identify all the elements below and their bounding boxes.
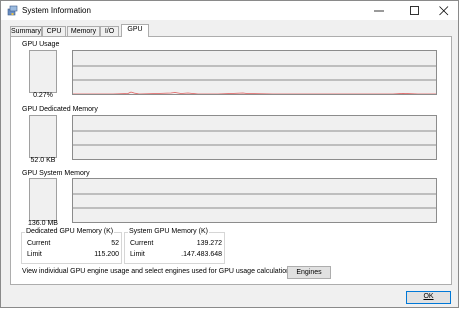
system-current-value: 139.272 bbox=[196, 240, 222, 247]
gpu-tab-panel: GPU Usage 0.27% GPU Dedicated Memory 52.… bbox=[10, 36, 452, 285]
title-bar[interactable]: System Information bbox=[1, 1, 458, 20]
gpu-usage-meter bbox=[29, 50, 57, 93]
minimize-button[interactable] bbox=[365, 1, 393, 20]
gpu-dedicated-memory-chart bbox=[73, 130, 436, 146]
dedicated-limit-value: 115.200 bbox=[94, 251, 119, 258]
dedicated-current-value: 52 bbox=[111, 240, 119, 247]
tab-memory[interactable]: Memory bbox=[67, 26, 100, 36]
gpu-dedicated-memory-meter bbox=[29, 115, 57, 158]
dedicated-gpu-memory-title: Dedicated GPU Memory (K) bbox=[25, 228, 115, 235]
gpu-system-memory-label: GPU System Memory bbox=[22, 170, 90, 177]
system-gpu-memory-group: System GPU Memory (K) Current 139.272 Li… bbox=[124, 228, 225, 264]
gpu-usage-label: GPU Usage bbox=[22, 41, 60, 48]
gpu-system-memory-meter bbox=[29, 178, 57, 221]
system-information-icon bbox=[7, 5, 18, 16]
dedicated-gpu-memory-group: Dedicated GPU Memory (K) Current 52 Limi… bbox=[21, 228, 122, 264]
ok-button[interactable]: OK bbox=[406, 291, 451, 304]
dedicated-limit-label: Limit bbox=[27, 251, 42, 258]
tab-summary[interactable]: Summary bbox=[10, 26, 42, 36]
dedicated-current-label: Current bbox=[27, 240, 51, 247]
maximize-icon bbox=[410, 6, 419, 15]
gpu-system-memory-chart bbox=[73, 193, 436, 209]
gpu-dedicated-memory-graph bbox=[72, 115, 437, 160]
maximize-button[interactable] bbox=[401, 1, 429, 20]
tab-cpu[interactable]: CPU bbox=[42, 26, 66, 36]
tab-gpu[interactable]: GPU bbox=[121, 24, 149, 37]
close-button[interactable] bbox=[430, 1, 458, 20]
system-gpu-memory-title: System GPU Memory (K) bbox=[128, 228, 209, 235]
tab-io[interactable]: I/O bbox=[100, 26, 119, 36]
gpu-dedicated-memory-label: GPU Dedicated Memory bbox=[22, 106, 98, 113]
gpu-usage-line bbox=[73, 91, 436, 94]
gpu-system-memory-graph bbox=[72, 178, 437, 223]
minimize-icon bbox=[374, 10, 384, 12]
gpu-dedicated-memory-value: 52.0 KB bbox=[30, 157, 56, 164]
system-limit-label: Limit bbox=[130, 251, 145, 258]
engines-button[interactable]: Engines bbox=[287, 266, 331, 279]
system-limit-value: .147.483.648 bbox=[181, 251, 222, 258]
engines-description: View individual GPU engine usage and sel… bbox=[22, 268, 296, 275]
close-icon bbox=[439, 6, 449, 16]
gpu-system-memory-value: 136.0 MB bbox=[28, 220, 58, 227]
gpu-usage-graph bbox=[72, 50, 437, 95]
system-information-window: System Information Summary CPU Memory I/… bbox=[0, 0, 459, 308]
gpu-usage-value: 0.27% bbox=[33, 92, 53, 99]
window-title: System Information bbox=[22, 6, 91, 15]
system-current-label: Current bbox=[130, 240, 154, 247]
gpu-usage-chart bbox=[73, 65, 436, 94]
